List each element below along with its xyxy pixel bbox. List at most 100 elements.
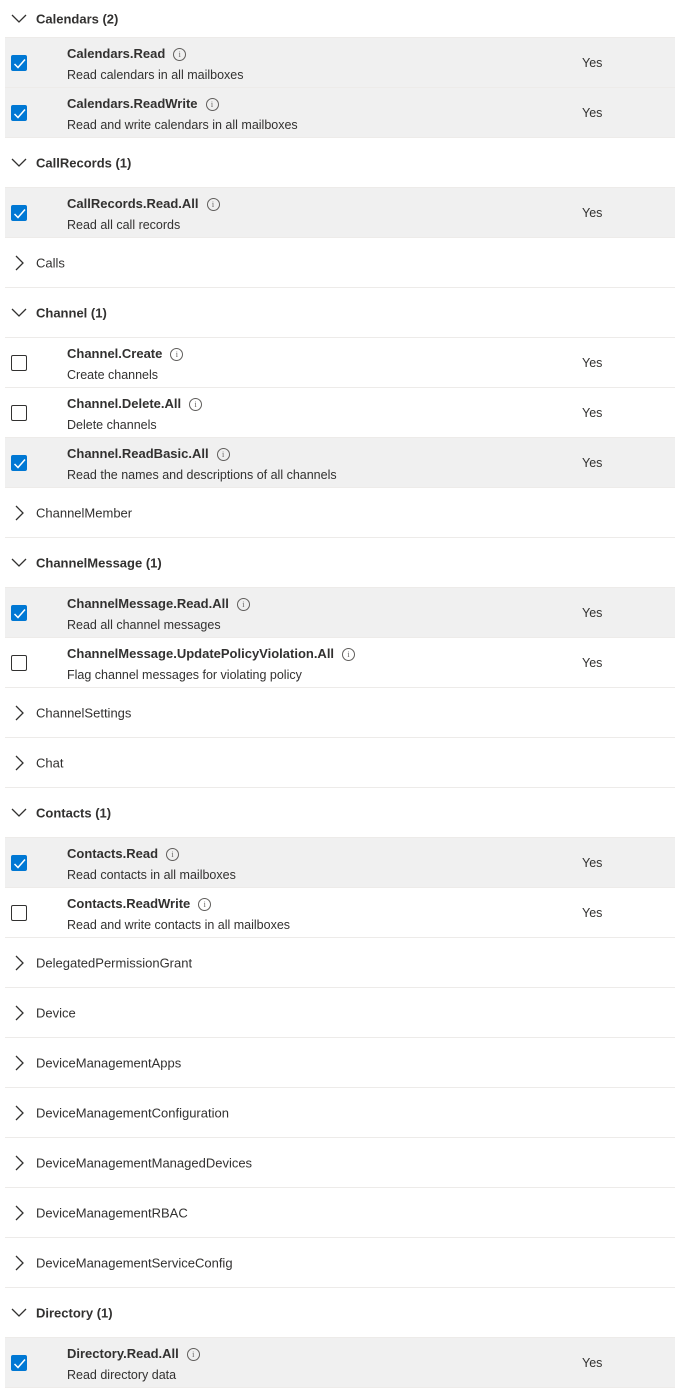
info-icon[interactable]: i <box>189 398 203 411</box>
permission-name-text: Channel.Create <box>67 346 163 361</box>
permission-row[interactable]: Calendars.ReadWrite i Read and write calen… <box>5 88 675 138</box>
group-row[interactable]: Channel (1) <box>5 288 675 338</box>
group-row[interactable]: Calendars (2) <box>5 0 675 38</box>
admin-consent-value: Yes <box>582 405 603 420</box>
info-icon[interactable]: i <box>342 648 356 661</box>
group-row[interactable]: DeviceManagementManagedDevices <box>5 1138 675 1188</box>
chevron-right-icon[interactable] <box>11 505 27 521</box>
permission-row[interactable]: Contacts.ReadWrite i Read and write contac… <box>5 888 675 938</box>
group-row[interactable]: ChannelMessage (1) <box>5 538 675 588</box>
chevron-right-icon[interactable] <box>11 255 27 271</box>
checkmark-icon <box>13 458 26 469</box>
permission-checkbox[interactable] <box>11 204 27 221</box>
group-label: Channel (1) <box>36 305 107 320</box>
permission-description: Read the names and descriptions of all c… <box>67 468 337 482</box>
info-icon[interactable]: i <box>186 1348 200 1361</box>
permission-name: Contacts.Read i <box>67 846 180 861</box>
chevron-right-icon[interactable] <box>11 755 27 771</box>
permission-row[interactable]: ChannelMessage.UpdatePolicyViolation.All… <box>5 638 675 688</box>
group-row[interactable]: DeviceManagementServiceConfig <box>5 1238 675 1288</box>
permission-row[interactable]: Channel.Create i Create channels Yes <box>5 338 675 388</box>
permission-row[interactable]: ChannelMessage.Read.All i Read all channel… <box>5 588 675 638</box>
admin-consent-value: Yes <box>582 655 603 670</box>
permission-name-text: Directory.Read.All <box>67 1346 179 1361</box>
chevron-right-icon[interactable] <box>11 705 27 721</box>
permission-checkbox[interactable] <box>11 904 27 921</box>
group-row[interactable]: DelegatedPermissionGrant <box>5 938 675 988</box>
group-label: DelegatedPermissionGrant <box>36 955 193 970</box>
permission-row[interactable]: Channel.ReadBasic.All i Read the names and… <box>5 438 675 488</box>
permission-name: Channel.Delete.All i <box>67 396 203 411</box>
permission-checkbox[interactable] <box>11 54 27 71</box>
admin-consent-value: Yes <box>582 905 603 920</box>
checkmark-icon <box>13 108 26 119</box>
group-label: Contacts (1) <box>36 805 112 820</box>
permission-checkbox[interactable] <box>11 854 27 871</box>
group-label: Device <box>36 1005 76 1020</box>
permission-row[interactable]: Contacts.Read i Read contacts in all mailb… <box>5 838 675 888</box>
chevron-down-icon[interactable] <box>11 555 27 571</box>
info-icon[interactable]: i <box>198 898 212 911</box>
checkmark-icon <box>13 208 26 219</box>
group-label: DeviceManagementApps <box>36 1055 182 1070</box>
admin-consent-value: Yes <box>582 355 603 370</box>
permission-checkbox[interactable] <box>11 1354 27 1371</box>
group-label: DeviceManagementConfiguration <box>36 1105 229 1120</box>
info-icon[interactable]: i <box>205 98 219 111</box>
group-row[interactable]: Chat <box>5 738 675 788</box>
chevron-down-icon[interactable] <box>11 305 27 321</box>
group-row[interactable]: DeviceManagementConfiguration <box>5 1088 675 1138</box>
chevron-down-icon[interactable] <box>11 11 27 27</box>
group-row[interactable]: DeviceManagementApps <box>5 1038 675 1088</box>
info-icon[interactable]: i <box>216 448 230 461</box>
info-icon[interactable]: i <box>170 348 184 361</box>
permission-name-text: Calendars.ReadWrite <box>67 96 198 111</box>
permission-checkbox[interactable] <box>11 404 27 421</box>
permission-row[interactable]: Calendars.Read i Read calendars in all mai… <box>5 38 675 88</box>
chevron-down-icon[interactable] <box>11 155 27 171</box>
permission-checkbox[interactable] <box>11 654 27 671</box>
permission-row[interactable]: Directory.Read.All i Read directory data Ye… <box>5 1338 675 1388</box>
permission-description: Read calendars in all mailboxes <box>67 68 244 82</box>
chevron-down-icon[interactable] <box>11 1305 27 1321</box>
info-icon[interactable]: i <box>206 198 220 211</box>
permission-checkbox[interactable] <box>11 104 27 121</box>
group-label: DeviceManagementServiceConfig <box>36 1255 233 1270</box>
chevron-right-icon[interactable] <box>11 955 27 971</box>
permission-name: Directory.Read.All i <box>67 1346 200 1361</box>
group-row[interactable]: Contacts (1) <box>5 788 675 838</box>
info-icon[interactable]: i <box>236 598 250 611</box>
chevron-right-icon[interactable] <box>11 1055 27 1071</box>
permission-description: Read and write calendars in all mailboxe… <box>67 118 298 132</box>
group-row[interactable]: Directory (1) <box>5 1288 675 1338</box>
permission-checkbox[interactable] <box>11 454 27 471</box>
permission-name-text: Contacts.ReadWrite <box>67 896 191 911</box>
permission-checkbox[interactable] <box>11 604 27 621</box>
chevron-right-icon[interactable] <box>11 1255 27 1271</box>
permission-name: ChannelMessage.Read.All i <box>67 596 250 611</box>
group-row[interactable]: CallRecords (1) <box>5 138 675 188</box>
permissions-list: Calendars (2) Calendars.Read i Read calenda… <box>0 0 675 1388</box>
permission-description: Read all channel messages <box>67 618 221 632</box>
chevron-down-icon[interactable] <box>11 805 27 821</box>
group-row[interactable]: Calls <box>5 238 675 288</box>
group-row[interactable]: ChannelSettings <box>5 688 675 738</box>
chevron-right-icon[interactable] <box>11 1155 27 1171</box>
chevron-right-icon[interactable] <box>11 1205 27 1221</box>
permission-name-text: ChannelMessage.UpdatePolicyViolation.All <box>67 646 335 661</box>
chevron-right-icon[interactable] <box>11 1105 27 1121</box>
info-icon[interactable]: i <box>173 48 187 61</box>
group-row[interactable]: DeviceManagementRBAC <box>5 1188 675 1238</box>
group-label: DeviceManagementRBAC <box>36 1205 188 1220</box>
permission-name-text: Calendars.Read <box>67 46 166 61</box>
permission-checkbox[interactable] <box>11 354 27 371</box>
group-row[interactable]: ChannelMember <box>5 488 675 538</box>
chevron-right-icon[interactable] <box>11 1005 27 1021</box>
checkmark-icon <box>13 58 26 69</box>
permission-row[interactable]: Channel.Delete.All i Delete channels Yes <box>5 388 675 438</box>
group-row[interactable]: Device <box>5 988 675 1038</box>
info-icon[interactable]: i <box>166 848 180 861</box>
permission-description: Flag channel messages for violating poli… <box>67 668 302 682</box>
permission-row[interactable]: CallRecords.Read.All i Read all call recor… <box>5 188 675 238</box>
checkmark-icon <box>13 1358 26 1369</box>
